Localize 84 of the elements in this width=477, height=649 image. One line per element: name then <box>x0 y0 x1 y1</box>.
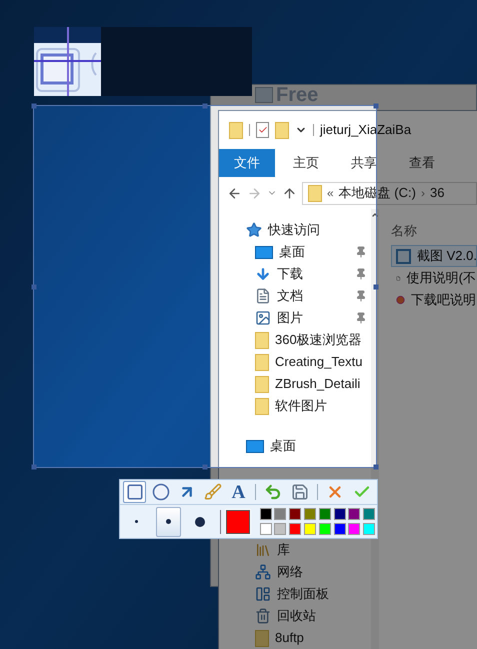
nav-item[interactable]: 下载 <box>277 264 303 284</box>
nav-item[interactable]: 快速访问 <box>268 220 320 240</box>
resize-handle[interactable] <box>374 464 378 470</box>
color-swatch[interactable] <box>289 508 302 520</box>
ribbon-tab[interactable]: 查看 <box>395 149 449 177</box>
brush-icon <box>204 483 222 501</box>
ribbon-tab[interactable]: 共享 <box>337 149 391 177</box>
current-color-swatch[interactable] <box>226 510 250 534</box>
nav-item[interactable]: ZBrush_Detaili <box>275 374 360 394</box>
folder-icon <box>255 630 269 646</box>
color-swatch[interactable] <box>334 508 346 520</box>
properties-icon[interactable] <box>256 122 269 138</box>
color-swatch[interactable] <box>318 508 331 520</box>
library-icon <box>255 542 271 558</box>
new-folder-icon <box>275 122 289 138</box>
color-swatch[interactable] <box>304 523 316 535</box>
color-swatch[interactable] <box>274 523 286 535</box>
ellipse-icon <box>152 483 170 501</box>
nav-item[interactable]: 桌面 <box>270 436 296 456</box>
tool-button[interactable] <box>123 481 146 503</box>
save-icon <box>291 483 309 501</box>
color-swatch[interactable] <box>260 508 272 520</box>
document-icon <box>255 288 271 304</box>
picture-icon <box>255 310 271 326</box>
nav-item[interactable]: Creating_Textu <box>275 352 362 372</box>
nav-item[interactable]: 网络 <box>277 562 303 582</box>
color-swatch[interactable] <box>304 508 316 520</box>
resize-handle[interactable] <box>374 284 378 289</box>
star-icon <box>246 222 262 238</box>
folder-icon <box>308 184 322 202</box>
forward-icon[interactable] <box>247 186 262 200</box>
tool-button[interactable]: A <box>227 481 250 503</box>
nav-item[interactable]: 库 <box>277 540 290 560</box>
monitor-icon <box>246 440 264 452</box>
folder-icon <box>229 122 243 138</box>
color-swatch[interactable] <box>348 508 360 520</box>
color-swatch[interactable] <box>363 523 376 535</box>
network-icon <box>255 564 271 580</box>
nav-item[interactable]: 控制面板 <box>277 584 329 604</box>
undo-icon <box>264 483 282 501</box>
pen-size-button[interactable] <box>156 506 182 536</box>
folder-icon <box>255 354 269 370</box>
up-icon[interactable] <box>282 186 297 200</box>
resize-handle[interactable] <box>32 104 36 108</box>
color-swatch[interactable] <box>363 508 376 520</box>
folder-icon <box>255 376 269 392</box>
down-arrow-icon <box>255 266 271 282</box>
folder-icon <box>255 398 269 414</box>
file-row[interactable]: 截图 V2.0. <box>391 245 477 267</box>
color-swatch[interactable] <box>318 523 331 535</box>
resize-handle[interactable] <box>32 284 36 289</box>
color-swatch[interactable] <box>260 523 272 535</box>
color-swatch[interactable] <box>348 523 360 535</box>
nav-item[interactable]: 回收站 <box>277 606 316 626</box>
nav-item[interactable]: 文档 <box>277 286 303 306</box>
color-swatch[interactable] <box>334 523 346 535</box>
color-swatch[interactable] <box>274 508 286 520</box>
nav-item[interactable]: 360极速浏览器 <box>275 330 362 350</box>
nav-item[interactable]: 软件图片 <box>275 396 327 416</box>
pin-icon[interactable] <box>355 290 367 302</box>
monitor-icon <box>255 246 273 258</box>
nav-item[interactable]: 图片 <box>277 308 303 328</box>
color-swatch[interactable] <box>289 523 302 535</box>
pin-icon[interactable] <box>355 312 367 324</box>
resize-handle[interactable] <box>202 104 208 108</box>
control-panel-icon <box>255 586 271 602</box>
back-icon[interactable] <box>227 186 242 200</box>
pin-icon[interactable] <box>355 246 367 258</box>
pin-icon[interactable] <box>355 268 367 280</box>
folder-icon <box>255 332 269 348</box>
recycle-bin-icon <box>255 608 271 624</box>
nav-item[interactable]: 8uftp <box>275 628 304 648</box>
resize-handle[interactable] <box>374 104 378 108</box>
resize-handle[interactable] <box>202 464 208 470</box>
scroll-up-icon[interactable] <box>371 211 379 219</box>
nav-item[interactable]: 桌面 <box>279 242 305 262</box>
magnified-toolbar-drawing <box>34 27 101 96</box>
app-icon <box>396 248 411 264</box>
resize-handle[interactable] <box>32 464 36 470</box>
ribbon-tab[interactable]: 主页 <box>279 149 333 177</box>
web-page-icon <box>396 293 405 307</box>
app-logo-icon <box>255 87 273 103</box>
rectangle-icon <box>126 483 144 501</box>
ribbon-tab[interactable]: 文件 <box>219 149 275 177</box>
